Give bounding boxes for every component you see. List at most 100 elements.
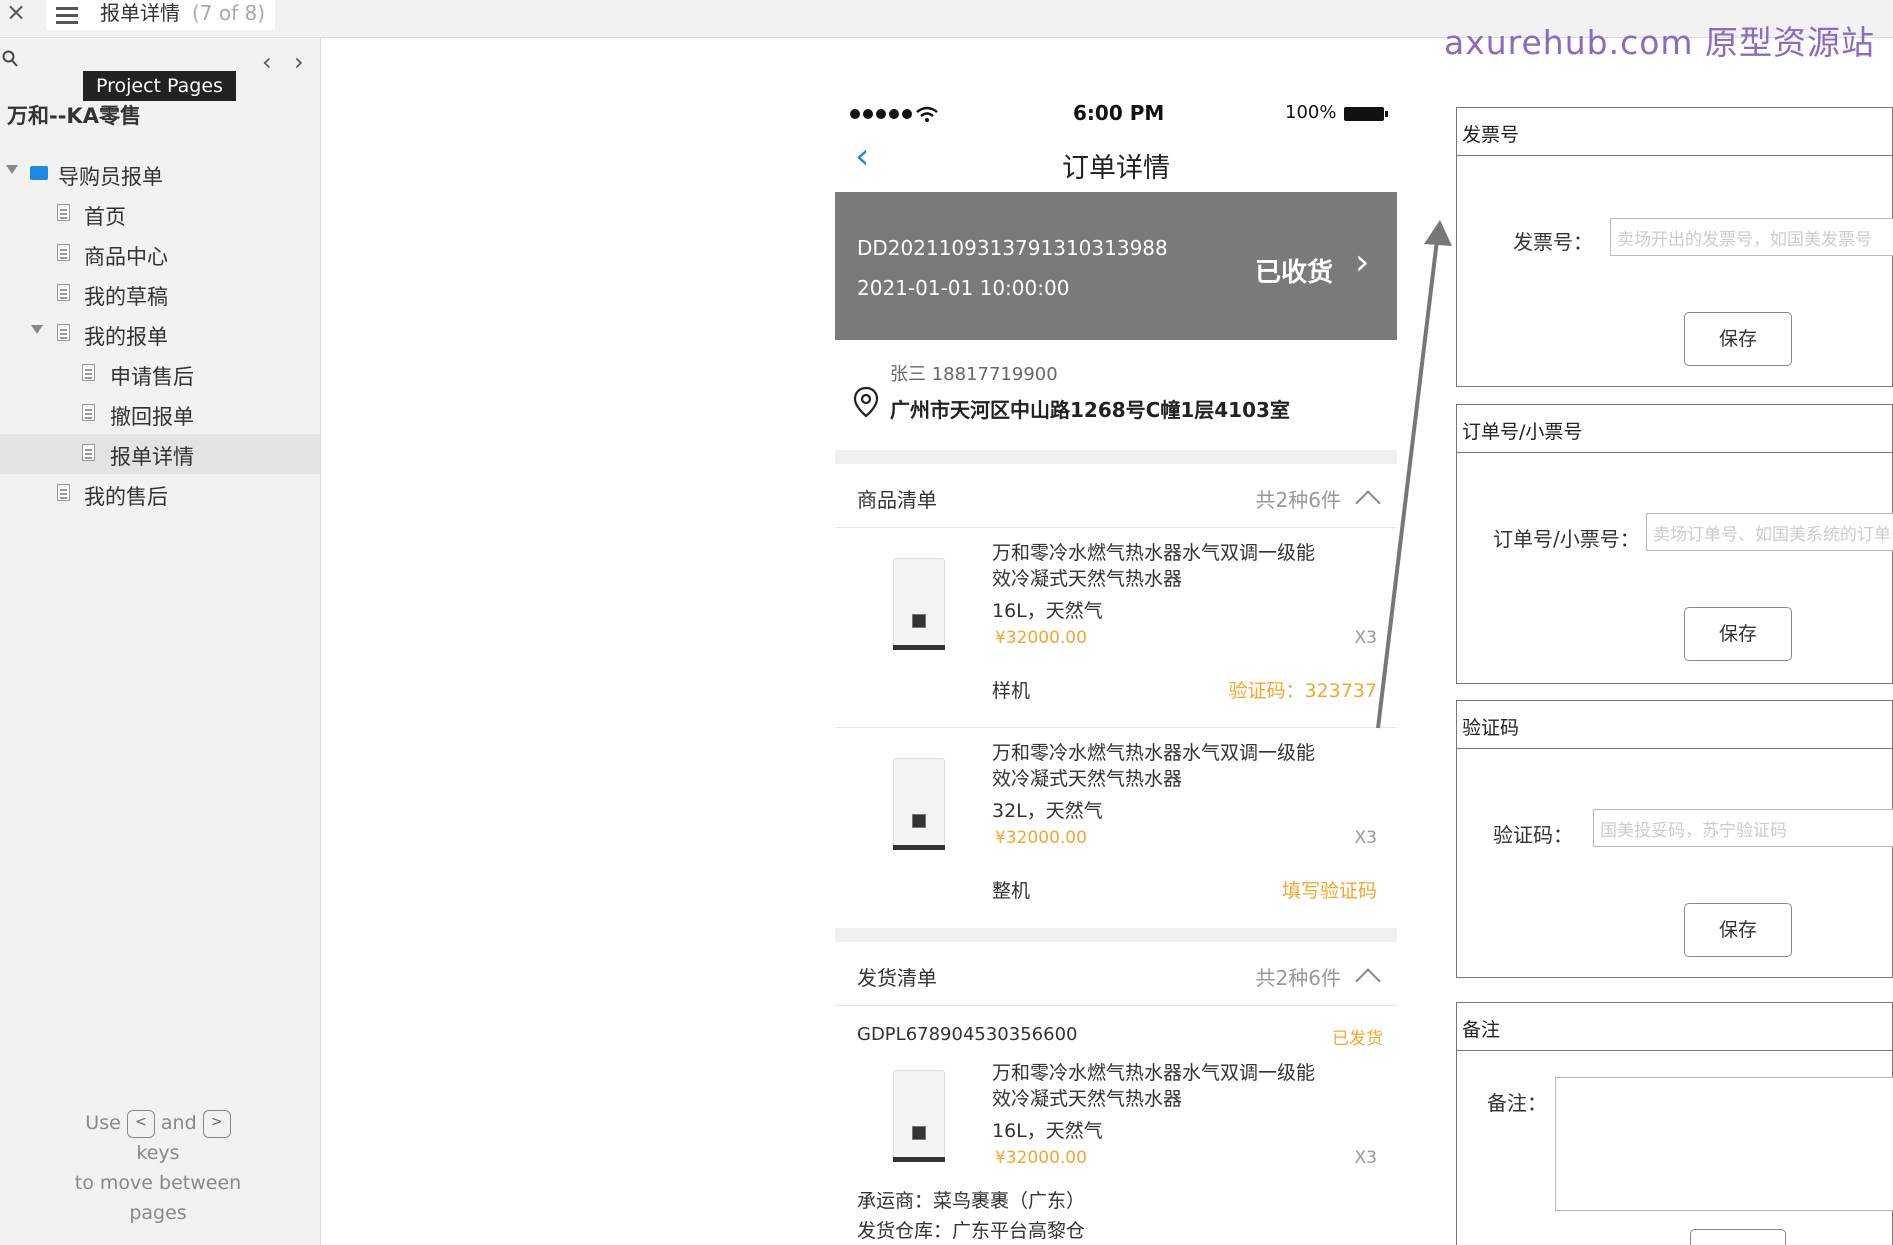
chevron-up-icon [1355,968,1381,994]
save-button[interactable]: 保存 [1684,903,1792,957]
folder-icon [30,166,48,180]
project-title: 万和--KA零售 [7,104,141,128]
product-qty: X3 [1354,1148,1377,1168]
verify-code[interactable]: 验证码：323737 [1228,676,1377,703]
section-gap [835,928,1397,942]
product-price: ¥32000.00 [995,828,1087,848]
menu-icon[interactable] [46,0,90,30]
chevron-up-icon [1355,490,1381,516]
tree-item-label: 商品中心 [84,245,168,269]
product-image [893,758,945,850]
next-key-icon: > [202,1109,231,1138]
remark-panel: 备注 备注： 保存 [1456,1002,1893,1245]
invoice-panel: 发票号 发票号： 卖场开出的发票号，如国美发票号 保存 [1456,107,1893,387]
product-name: 万和零冷水燃气热水器水气双调一级能效冷凝式天然气热水器 [992,742,1316,790]
location-pin-icon [853,386,879,418]
nav-bar: ‹ 订单详情 [835,136,1397,192]
battery-percent: 100% [1285,102,1337,123]
product-kind: 样机 [992,680,1031,702]
panel-title: 发票号 [1462,124,1520,146]
tree-item-label: 我的草稿 [84,285,168,309]
fill-verify-code-link[interactable]: 填写验证码 [1282,876,1377,903]
current-page-tab: 报单详情 (7 of 8) [90,0,276,30]
product-image [893,1070,945,1162]
watermark: axurehub.com 原型资源站 [1444,23,1876,62]
page-icon [82,404,95,421]
tree-item-order-detail[interactable]: 报单详情 [0,434,320,474]
tree-item-my-orders[interactable]: 我的报单 [0,314,320,354]
goods-item: 万和零冷水燃气热水器水气双调一级能效冷凝式天然气热水器 32L，天然气 ¥320… [835,728,1397,928]
shipping-status: 已发货 [1332,1029,1383,1049]
remark-label: 备注： [1487,1091,1547,1115]
tree-item-label: 撤回报单 [110,405,194,429]
order-status-card[interactable]: DD20211093137913103139​88 2021-01-01 10:… [835,192,1397,340]
tree-item-product-center[interactable]: 商品中心 [0,234,320,274]
shipping-list-header[interactable]: 发货清单 共2种6件 [835,942,1397,1006]
product-qty: X3 [1354,828,1377,848]
product-price: ¥32000.00 [995,628,1087,648]
shipping-count: 共2种6件 [1255,966,1341,990]
save-button[interactable]: 保存 [1684,312,1792,366]
product-kind: 整机 [992,880,1031,902]
shipping-list-title: 发货清单 [857,966,937,990]
close-icon[interactable]: × [6,0,26,26]
hint-text: keys [136,1142,180,1164]
sidebar: Project Pages ‹ › 万和--KA零售 导购员报单 首页 商品中心… [0,38,321,1245]
page-icon [57,484,70,501]
verify-input[interactable]: 国美投妥码，苏宁验证码 [1593,809,1893,847]
prev-key-icon: < [126,1109,155,1138]
page-count: (7 of 8) [192,1,266,25]
chevron-right-icon: › [1355,242,1370,283]
invoice-label: 发票号： [1513,230,1593,254]
expand-arrow-icon[interactable] [6,165,18,174]
page-icon [57,244,70,261]
search-icon[interactable] [2,50,18,68]
tree-item-label: 首页 [84,205,126,229]
product-qty: X3 [1354,628,1377,648]
page-icon [82,364,95,381]
hint-text: Use [85,1112,121,1134]
goods-item: 万和零冷水燃气热水器水气双调一级能效冷凝式天然气热水器 16L，天然气 ¥320… [835,528,1397,728]
tree-item-label: 申请售后 [110,365,194,389]
tree-item-home[interactable]: 首页 [0,194,320,234]
product-spec: 16L，天然气 [992,600,1103,622]
receipt-input[interactable]: 卖场订单号、如国美系统的订单号 [1646,513,1893,551]
address-block: 张三 18817719900 广州市天河区中山路1268号C幢1层4103室 [835,340,1397,450]
page-title: 报单详情 [100,1,180,25]
receipt-label: 订单号/小票号： [1493,527,1640,551]
hint-text: and [160,1112,197,1134]
product-spec: 16L，天然气 [992,1120,1103,1142]
expand-arrow-icon[interactable] [31,325,43,334]
tree-item-my-drafts[interactable]: 我的草稿 [0,274,320,314]
hint-text: to move between [74,1172,242,1194]
order-status: 已收货 [1255,258,1334,288]
invoice-input[interactable]: 卖场开出的发票号，如国美发票号 [1610,218,1893,256]
prev-page-icon[interactable]: ‹ [262,48,272,76]
tree-item-apply-aftersale[interactable]: 申请售后 [0,354,320,394]
product-name: 万和零冷水燃气热水器水气双调一级能效冷凝式天然气热水器 [992,1062,1316,1110]
goods-count: 共2种6件 [1255,488,1341,512]
status-time: 6:00 PM [1073,101,1165,125]
status-bar: 6:00 PM 100% [835,92,1397,136]
page-icon [57,324,70,341]
panel-title: 验证码 [1462,717,1520,739]
panel-title: 备注 [1462,1019,1501,1041]
panel-title: 订单号/小票号 [1462,421,1583,443]
next-page-icon[interactable]: › [294,48,304,76]
tree-folder-guide-orders[interactable]: 导购员报单 [0,154,320,194]
contact-info: 张三 18817719900 [890,364,1058,385]
tree-item-label: 导购员报单 [58,165,163,189]
tree-item-my-aftersale[interactable]: 我的售后 [0,474,320,514]
carrier: 承运商：菜鸟裹裹（广东） [857,1190,1086,1212]
phone-mockup: 6:00 PM 100% ‹ 订单详情 DD202110931379131031… [835,92,1397,1245]
tree-item-withdraw-order[interactable]: 撤回报单 [0,394,320,434]
save-button[interactable]: 保存 [1690,1229,1786,1245]
order-number: DD20211093137913103139​88 [857,236,1168,260]
keyboard-hint: Use < and > keys to move between pages [0,1108,316,1228]
tree-item-label: 我的售后 [84,485,168,509]
top-bar: × 报单详情 (7 of 8) axurehub.com 原型资源站 [0,0,1893,62]
goods-list-header[interactable]: 商品清单 共2种6件 [835,464,1397,528]
remark-textarea[interactable] [1555,1077,1893,1211]
save-button[interactable]: 保存 [1684,607,1792,661]
order-date: 2021-01-01 10:00:00 [857,276,1070,300]
